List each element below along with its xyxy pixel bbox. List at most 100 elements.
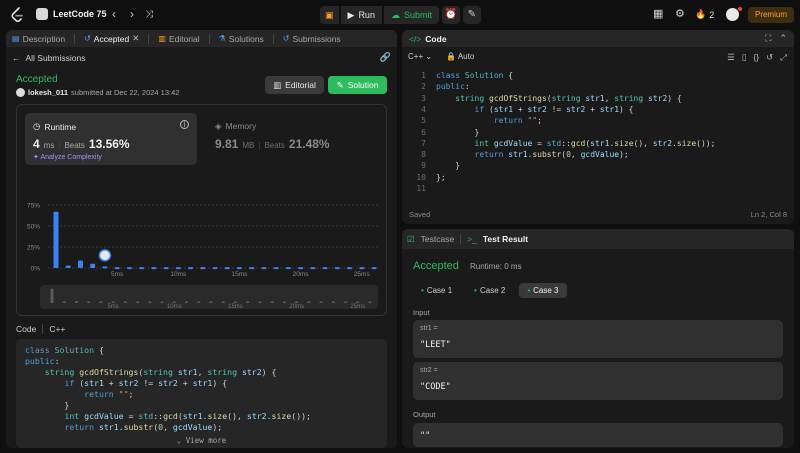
close-icon[interactable]: ✕ (132, 33, 139, 44)
reset-icon[interactable]: ↺ (766, 52, 773, 63)
chart-bar[interactable] (359, 267, 365, 270)
slider-track[interactable]: 5ms 10ms 15ms 20ms 25ms (40, 285, 378, 310)
language-select[interactable]: C++ ⌄ (408, 52, 432, 61)
chart-bar[interactable] (310, 267, 316, 270)
editor-toolbar: C++ ⌄ 🔒 Auto (408, 52, 474, 61)
runtime-distribution-chart[interactable]: 75% 50% 25% 0% 5ms 10ms 15ms 20ms 25ms (26, 202, 381, 277)
solution-button[interactable]: ✎ Solution (328, 76, 387, 94)
tab-submissions[interactable]: ↺ Submissions (283, 34, 341, 44)
chart-bar[interactable] (114, 267, 120, 270)
auto-mode[interactable]: 🔒 Auto (446, 52, 474, 61)
chart-bar[interactable] (90, 263, 96, 268)
line-number: 11 (416, 184, 426, 193)
chart-bar[interactable] (212, 267, 218, 270)
gear-icon[interactable]: ⚙ (675, 8, 685, 21)
chart-bar[interactable] (65, 265, 71, 268)
x-tick-label: 10ms (170, 271, 187, 277)
chart-bar[interactable] (261, 267, 267, 270)
cloud-upload-icon: ☁ (390, 9, 400, 20)
tab-description[interactable]: ▤ Description (12, 34, 65, 44)
editorial-label: Editorial (285, 80, 316, 90)
line-number: 1 (421, 71, 426, 80)
notes-icon[interactable]: ✎ (463, 6, 481, 24)
bookmark-icon[interactable]: ▯ (742, 52, 747, 63)
chart-bar[interactable] (200, 267, 206, 270)
output-box[interactable]: "" (413, 423, 783, 447)
chart-bar[interactable] (139, 267, 145, 270)
chart-bar[interactable] (249, 267, 255, 270)
slider-bar (123, 301, 127, 303)
chart-bar[interactable] (285, 267, 291, 270)
chart-range-slider[interactable]: 5ms 10ms 15ms 20ms 25ms (40, 285, 378, 310)
tab-accepted[interactable]: ↺ Accepted ✕ (84, 33, 139, 44)
history-icon: ↺ (282, 34, 290, 43)
leetcode-logo-icon[interactable] (10, 7, 24, 23)
chart-bar[interactable] (151, 267, 157, 270)
runtime-unit: ms (43, 141, 55, 150)
layout-icon[interactable]: ▦ (653, 8, 663, 21)
chart-bar[interactable] (224, 267, 230, 270)
memory-header[interactable]: ◈ Memory (215, 121, 256, 132)
runtime-card[interactable]: ◷ Runtime i 4 ms | Beats 13.56% ✦ Analyz… (25, 113, 197, 165)
info-icon[interactable]: i (180, 120, 189, 129)
shuffle-icon[interactable]: ⤨ (143, 8, 155, 21)
input-box[interactable]: str1 = "LEET" (413, 320, 783, 358)
prev-problem-icon[interactable]: ‹ (108, 8, 120, 21)
tab-solutions[interactable]: ⚗ Solutions (219, 34, 264, 44)
case-tab-1[interactable]: • Case 1 (413, 283, 460, 298)
slider-bar (197, 301, 201, 303)
chart-bar[interactable] (126, 267, 132, 270)
back-to-submissions[interactable]: ← All Submissions (12, 53, 86, 63)
tab-test-result[interactable]: Test Result (483, 234, 528, 244)
chart-bar[interactable] (322, 267, 328, 270)
history-icon: ↺ (84, 34, 91, 43)
input-box[interactable]: str2 = "CODE" (413, 362, 783, 400)
study-plan-selector[interactable]: LeetCode 75 (36, 8, 107, 20)
chart-bar[interactable] (273, 267, 279, 270)
code-editor[interactable]: 1 class Solution {2 public: 3 string gcdOfS… (408, 70, 788, 200)
debug-button[interactable]: ▣ (320, 6, 339, 24)
tab-divider (74, 33, 76, 44)
collapse-icon[interactable]: ⌃ (779, 33, 787, 44)
username[interactable]: lokesh_011 (28, 88, 68, 97)
chart-bar[interactable] (188, 267, 194, 270)
chart-bar[interactable] (53, 211, 59, 268)
expand-icon[interactable]: ⤢ (780, 52, 787, 63)
chevron-down-icon: ⌄ (425, 52, 433, 61)
user-avatar-marker[interactable] (98, 249, 112, 262)
editorial-button[interactable]: ▥ Editorial (265, 76, 324, 94)
flask-icon: ⚗ (218, 34, 226, 43)
chart-bar[interactable] (371, 267, 377, 270)
study-plan-icon (36, 8, 48, 20)
test-result-panel: ☑ Testcase >_ Test Result Accepted Runti… (402, 229, 794, 448)
braces-icon[interactable]: {} (753, 52, 759, 63)
chart-bar[interactable] (298, 267, 304, 270)
analyze-complexity-link[interactable]: ✦ Analyze Complexity (33, 153, 102, 161)
slider-bar (270, 301, 274, 303)
case-tab-3[interactable]: • Case 3 (519, 283, 567, 298)
chart-bar[interactable] (163, 267, 169, 270)
avatar[interactable] (726, 8, 739, 21)
language-label: C++ (408, 52, 424, 61)
chart-bar[interactable] (175, 267, 181, 270)
view-more-button[interactable]: ⌄ View more (16, 435, 387, 446)
chart-bar[interactable] (77, 260, 83, 268)
submit-button[interactable]: ☁ Submit (383, 6, 439, 24)
maximize-icon[interactable]: ⛶ (765, 33, 771, 44)
chart-bar[interactable] (102, 266, 108, 269)
tab-editorial[interactable]: ▥ Editorial (158, 34, 199, 44)
format-icon[interactable]: ☰ (727, 52, 735, 63)
chart-bar[interactable] (236, 267, 242, 270)
link-icon[interactable]: 🔗 (380, 52, 391, 63)
case-tab-2[interactable]: • Case 2 (466, 283, 513, 298)
run-button[interactable]: ▶ Run (340, 6, 382, 24)
streak-counter[interactable]: 🔥 2 (695, 9, 714, 20)
slider-bar (282, 301, 286, 303)
next-problem-icon[interactable]: › (126, 8, 138, 21)
premium-button[interactable]: Premium (748, 7, 794, 23)
tab-testcase[interactable]: Testcase (421, 234, 455, 244)
output-label: Output (413, 410, 436, 419)
chart-bar[interactable] (347, 267, 353, 270)
timer-icon[interactable]: ⏰ (442, 6, 460, 24)
chart-bar[interactable] (334, 267, 340, 270)
